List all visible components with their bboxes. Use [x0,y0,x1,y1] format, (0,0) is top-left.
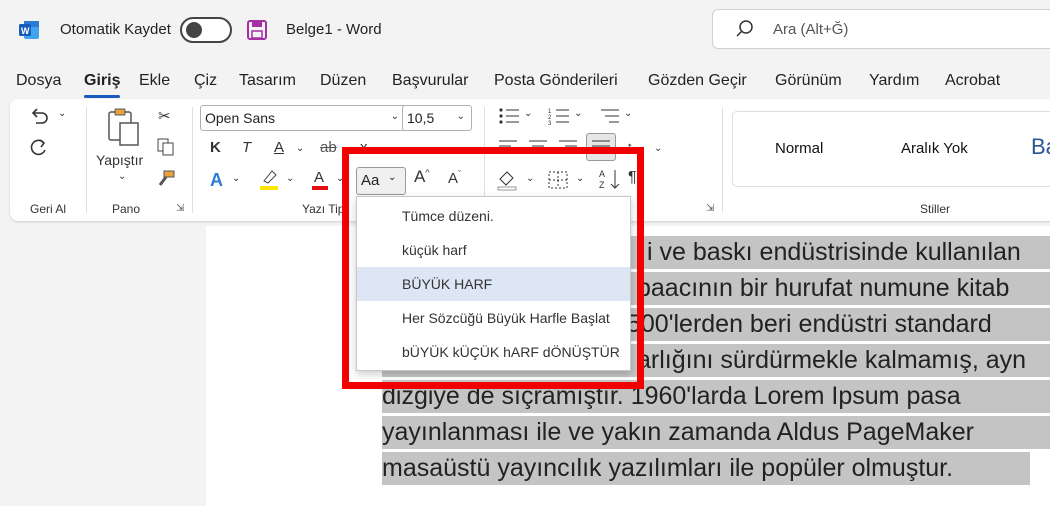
paste-dropdown-icon[interactable]: ⌄ [118,171,126,182]
bold-button[interactable]: K [210,139,221,156]
line-text: masaüstü yayıncılık yazılımları ile popü… [382,454,954,482]
style-no-spacing[interactable]: Aralık Yok [901,140,968,157]
italic-button[interactable]: T [242,139,251,156]
annotation-highlight-box [342,147,644,389]
cut-icon[interactable]: ✂ [158,107,171,125]
document-line[interactable]: masaüstü yayıncılık yazılımları ile popü… [382,452,1030,485]
numbering-dropdown-icon[interactable]: ⌄ [574,108,582,119]
group-label-styles: Stiller [920,202,951,216]
tab-ekle[interactable]: Ekle [139,70,170,92]
chevron-down-icon[interactable]: ⌄ [391,111,399,122]
search-box[interactable]: Ara (Alt+Ğ) [712,9,1050,49]
line-text: i ve baskı endüstrisinde kullanılan [647,238,1021,266]
font-color-icon[interactable]: A [310,167,330,195]
line-text: yayınlanması ile ve yakın zamanda Aldus … [382,418,974,446]
tab-tasarim[interactable]: Tasarım [239,70,296,92]
bullets-dropdown-icon[interactable]: ⌄ [524,108,532,119]
title-bar: W Otomatik Kaydet Belge1 - Word Ara (Alt… [0,0,1050,62]
font-size-combo[interactable]: 10,5 ⌄ [402,105,472,131]
tab-gorunum[interactable]: Görünüm [775,70,842,92]
group-label-clipboard: Pano [112,202,141,216]
highlight-dropdown-icon[interactable]: ⌄ [286,173,294,184]
undo-dropdown-icon[interactable]: ⌄ [58,108,66,119]
highlight-icon[interactable] [258,167,280,195]
search-icon [735,19,755,42]
document-title: Belge1 - Word [286,21,382,38]
tab-giris[interactable]: Giriş [84,70,121,98]
line-text: baacının bir hurufat numune kitab [637,274,1010,302]
tab-acrobat[interactable]: Acrobat [945,70,1000,92]
numbering-icon[interactable]: 123 [548,107,570,129]
font-size-value: 10,5 [407,110,435,126]
multilevel-list-icon[interactable] [598,107,620,129]
text-effects-dropdown-icon[interactable]: ⌄ [232,173,240,184]
line-spacing-dropdown-icon[interactable]: ⌄ [654,143,662,154]
tab-dosya[interactable]: Dosya [16,70,61,92]
tab-yardim[interactable]: Yardım [869,70,919,92]
undo-icon[interactable] [28,105,50,131]
clipboard-launcher-icon[interactable]: ⇲ [176,203,184,214]
save-icon[interactable] [246,19,268,44]
tab-ciz[interactable]: Çiz [194,70,217,92]
underline-button[interactable]: A [274,139,284,156]
svg-text:W: W [21,26,30,36]
autosave-toggle[interactable] [180,17,232,43]
tab-gozden-gecir[interactable]: Gözden Geçir [648,70,747,92]
svg-text:A: A [314,169,324,186]
search-placeholder: Ara (Alt+Ğ) [773,21,849,38]
underline-dropdown-icon[interactable]: ⌄ [296,143,304,154]
autosave-label: Otomatik Kaydet [60,21,171,38]
style-heading[interactable]: Ba [1031,134,1050,160]
tab-posta-gonderileri[interactable]: Posta Gönderileri [494,70,618,92]
font-name-combo[interactable]: Open Sans ⌄ [200,105,406,131]
text-effects-icon[interactable]: A [210,170,223,191]
paragraph-launcher-icon[interactable]: ⇲ [706,203,714,214]
font-name-value: Open Sans [205,110,276,126]
svg-text:3: 3 [548,121,552,125]
word-logo-icon: W [18,20,40,40]
line-text: arlığını sürdürmekle kalmamış, ayn [637,346,1027,374]
styles-gallery: Normal Aralık Yok Ba [732,111,1050,187]
paste-label[interactable]: Yapıştır [96,152,143,168]
line-text: 500'lerden beri endüstri standard [627,310,992,338]
tab-duzen[interactable]: Düzen [320,70,366,92]
bullets-icon[interactable] [498,107,520,129]
multilevel-dropdown-icon[interactable]: ⌄ [624,108,632,119]
paste-icon[interactable] [106,107,140,151]
group-label-font: Yazı Tipi [302,202,348,216]
chevron-down-icon[interactable]: ⌄ [457,111,465,122]
strikethrough-button[interactable]: ab [320,139,337,156]
style-normal[interactable]: Normal [775,140,823,157]
copy-icon[interactable] [156,137,176,161]
document-line[interactable]: yayınlanması ile ve yakın zamanda Aldus … [382,416,1050,449]
group-label-undo: Geri Al [30,202,67,216]
tab-basvurular[interactable]: Başvurular [392,70,468,92]
format-painter-icon[interactable] [156,169,176,193]
redo-icon[interactable] [28,137,50,163]
